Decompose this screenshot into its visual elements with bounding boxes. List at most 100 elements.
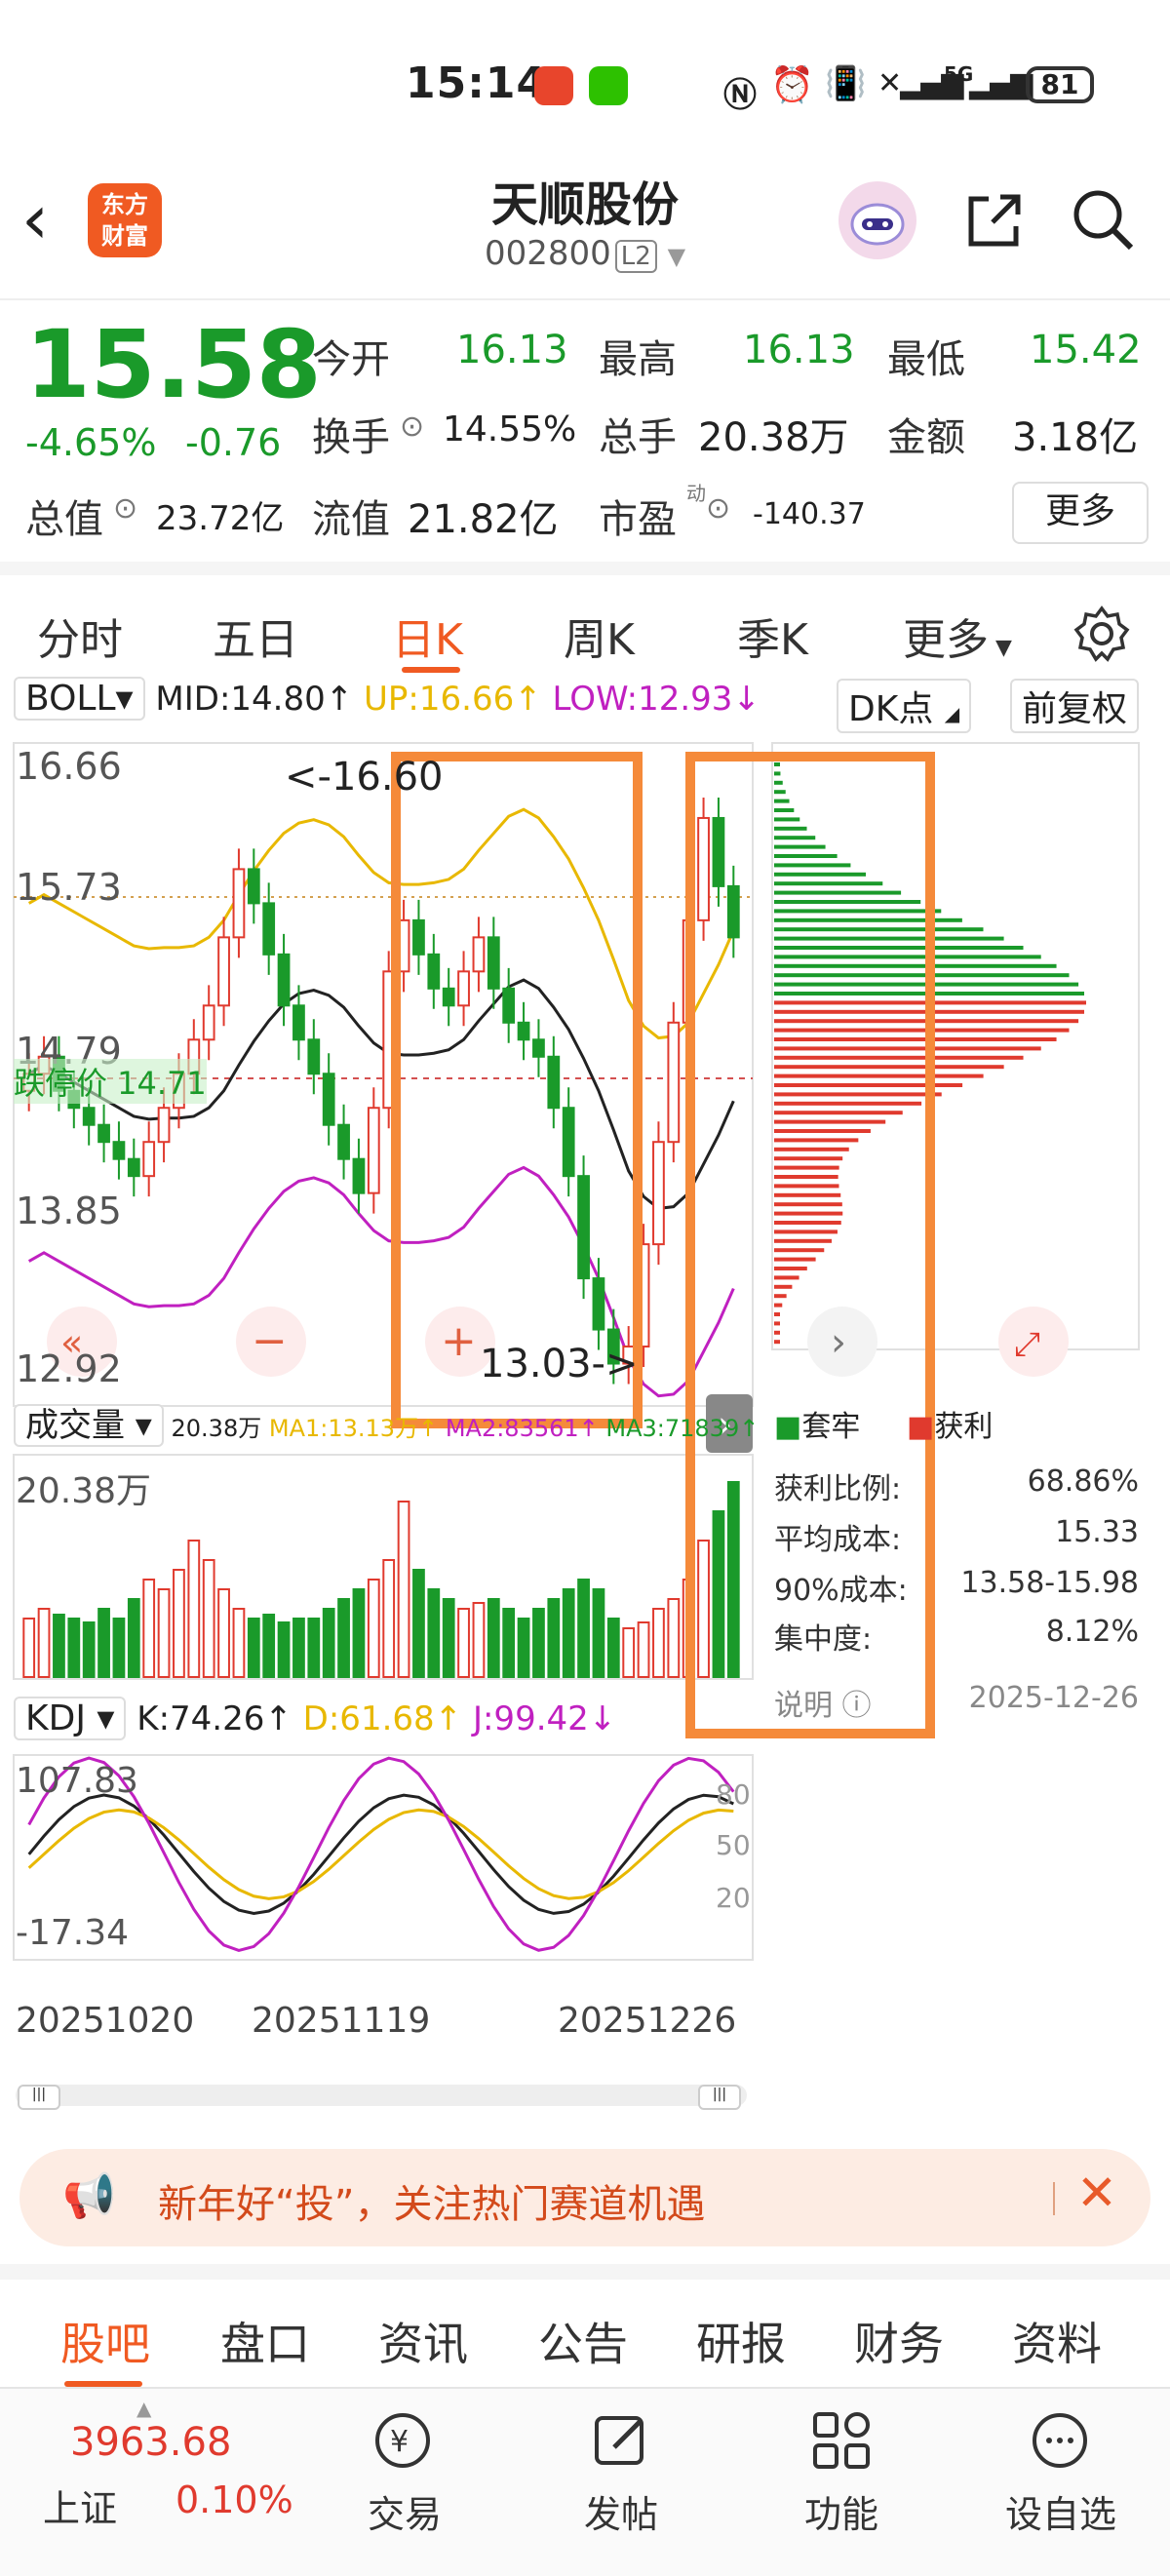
- cost90-label: 90%成本:: [774, 1574, 908, 1608]
- svg-text:−: −: [252, 1316, 288, 1366]
- chip-bar: [774, 1055, 1024, 1060]
- chart-scrollbar[interactable]: ||| |||: [16, 2085, 747, 2110]
- candle: [532, 1038, 545, 1058]
- chip-bar: [774, 1221, 841, 1225]
- high-label: 最高: [599, 337, 677, 382]
- volume-bar: [652, 1608, 665, 1678]
- volume-bar: [622, 1627, 636, 1678]
- chip-bar: [774, 1138, 859, 1143]
- close-icon[interactable]: ✕: [1076, 2165, 1117, 2221]
- info-icon[interactable]: ⊙: [400, 410, 424, 444]
- alarm-icon: ⏰: [770, 65, 814, 105]
- concentration-label: 集中度:: [774, 1622, 873, 1657]
- mktcap-value: 23.72亿: [156, 499, 285, 538]
- kdj-level-20: 20: [716, 1882, 751, 1914]
- nav-post[interactable]: 发帖: [558, 2484, 684, 2538]
- candle: [712, 816, 725, 887]
- candle: [232, 868, 246, 939]
- share-icon[interactable]: [959, 185, 1028, 254]
- candle: [487, 936, 500, 990]
- volume-value: 20.38万: [698, 415, 849, 460]
- chip-bar: [774, 863, 851, 868]
- legend-trapped: 套牢: [801, 1410, 861, 1444]
- tab-daily-k[interactable]: 日K: [392, 605, 463, 667]
- volume-bar: [487, 1598, 500, 1678]
- nav-add-watchlist[interactable]: 设自选: [985, 2484, 1137, 2538]
- chip-bar: [774, 1184, 839, 1189]
- candle: [726, 884, 740, 939]
- chip-bar: [774, 936, 1004, 941]
- add-watchlist-icon[interactable]: [1028, 2408, 1092, 2473]
- tab-more[interactable]: 更多 ▼: [903, 605, 1012, 667]
- tab-five-day[interactable]: 五日: [213, 605, 298, 667]
- search-icon[interactable]: [1069, 185, 1137, 254]
- tab-research[interactable]: 研报: [696, 2309, 786, 2373]
- gear-icon[interactable]: [1072, 605, 1131, 663]
- kline-chart[interactable]: › ⤢ « − + ›: [0, 673, 1170, 2116]
- tab-news[interactable]: 资讯: [378, 2309, 468, 2373]
- explain-link[interactable]: 说明 ⓘ: [774, 1681, 872, 1724]
- volume-bar: [217, 1588, 230, 1678]
- avg-cost-value: 15.33: [1055, 1515, 1139, 1549]
- trade-icon[interactable]: ¥: [370, 2408, 435, 2473]
- volume-bar: [232, 1608, 246, 1678]
- chip-bar: [774, 1238, 832, 1243]
- megaphone-icon: 📢: [62, 2171, 116, 2221]
- chip-bar: [774, 1037, 1057, 1041]
- tab-quarterly-k[interactable]: 季K: [737, 605, 808, 667]
- candle: [412, 918, 425, 956]
- info-icon: ⓘ: [841, 1689, 872, 1723]
- post-icon[interactable]: [589, 2408, 653, 2473]
- profit-ratio-value: 68.86%: [1027, 1464, 1139, 1499]
- info-tabs: 股吧 盘口 资讯 公告 研报 财务 资料: [0, 2264, 1170, 2397]
- volume-bar: [442, 1598, 455, 1678]
- chip-bar: [774, 780, 783, 785]
- volume-bar: [37, 1608, 51, 1678]
- tab-finance[interactable]: 财务: [854, 2309, 944, 2373]
- chip-bar: [774, 1101, 922, 1106]
- open-value: 16.13: [456, 328, 568, 372]
- chip-bar: [774, 890, 902, 895]
- info-icon[interactable]: ⊙: [706, 491, 730, 526]
- tab-weekly-k[interactable]: 周K: [564, 605, 635, 667]
- signal-icon-2: ▂▄▆: [969, 66, 1033, 100]
- svg-text:⤢: ⤢: [1014, 1325, 1040, 1364]
- last-price: 15.58: [25, 310, 322, 419]
- volume-bar: [112, 1618, 126, 1678]
- promo-banner[interactable]: 📢 新年好“投”，关注热门赛道机遇 ✕: [20, 2149, 1150, 2246]
- function-icon[interactable]: [809, 2408, 874, 2473]
- nav-function[interactable]: 功能: [778, 2484, 905, 2538]
- volume-bar: [173, 1569, 185, 1678]
- pe-superscript: 动: [686, 482, 706, 505]
- volume-bar: [697, 1540, 710, 1678]
- kdj-d: D:61.68↑: [302, 1699, 463, 1738]
- nav-trade[interactable]: 交易: [341, 2484, 468, 2538]
- chip-bar: [774, 1192, 841, 1197]
- volume-bar: [307, 1618, 321, 1678]
- float-label: 流值: [312, 497, 390, 542]
- volume-bar: [22, 1618, 36, 1678]
- chart-period-tabs: 分时 五日 日K 周K 季K 更多 ▼: [0, 562, 1170, 683]
- status-time: 15:14: [406, 59, 548, 108]
- index-value[interactable]: 3963.68: [70, 2420, 231, 2465]
- chip-bar: [774, 1312, 780, 1316]
- more-button[interactable]: 更多: [1012, 482, 1149, 544]
- volume-bar: [142, 1579, 156, 1678]
- tab-announcements[interactable]: 公告: [538, 2309, 628, 2373]
- low-label: 最低: [887, 337, 965, 382]
- kdj-selector[interactable]: KDJ ▾: [14, 1697, 127, 1740]
- volume-selector[interactable]: 成交量 ▾: [14, 1404, 164, 1447]
- chip-bar: [774, 909, 942, 914]
- scroll-handle-right[interactable]: |||: [698, 2085, 741, 2110]
- scroll-handle-left[interactable]: |||: [18, 2085, 60, 2110]
- chart-area: BOLL▾ MID:14.80↑ UP:16.66↑ LOW:12.93↓ DK…: [0, 673, 1170, 2116]
- volume-bar: [606, 1618, 620, 1678]
- tab-guba[interactable]: 股吧: [60, 2309, 150, 2373]
- assistant-robot-icon[interactable]: [838, 181, 916, 259]
- tab-pankou[interactable]: 盘口: [220, 2309, 310, 2373]
- amount-value: 3.18亿: [1012, 415, 1139, 460]
- tab-intraday[interactable]: 分时: [37, 605, 123, 667]
- candle: [322, 1073, 335, 1126]
- info-icon[interactable]: ⊙: [113, 491, 137, 526]
- tab-profile[interactable]: 资料: [1012, 2309, 1102, 2373]
